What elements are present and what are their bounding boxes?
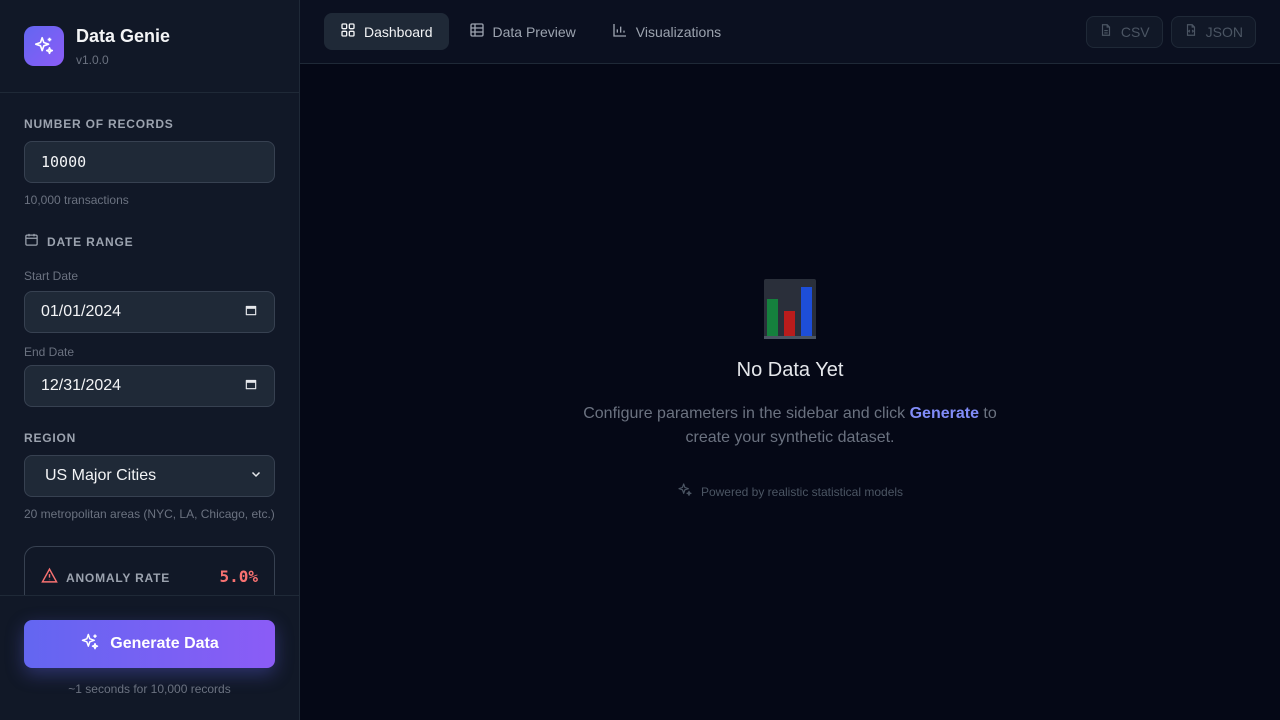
warning-triangle-icon [41,567,58,589]
generate-highlight: Generate [909,405,979,422]
end-date-label: End Date [24,345,75,359]
file-icon [1099,23,1113,40]
region-hint: 20 metropolitan areas (NYC, LA, Chicago,… [24,507,275,521]
bar-chart-emoji-icon [764,279,816,339]
file-code-icon [1184,23,1198,40]
start-date-label: Start Date [24,269,79,283]
records-label: NUMBER OF RECORDS [24,117,174,131]
table-icon [469,22,485,41]
bar-chart-icon [612,22,628,41]
tab-data-preview-label: Data Preview [492,23,576,40]
region-select[interactable]: US Major Cities [24,455,275,497]
tab-dashboard-label: Dashboard [364,23,433,40]
end-date-value: 12/31/2024 [41,377,122,394]
end-date-input[interactable]: 12/31/2024 [24,365,275,407]
sidebar: Data Genie v1.0.0 NUMBER OF RECORDS 1000… [0,0,300,720]
anomaly-rate-card: ANOMALY RATE 5.0% [24,546,275,595]
calendar-picker-icon[interactable] [244,303,258,322]
brand-header: Data Genie v1.0.0 [0,0,299,93]
export-json-label: JSON [1205,23,1243,40]
export-json-button[interactable]: JSON [1170,15,1256,48]
records-hint: 10,000 transactions [24,193,129,207]
start-date-value: 01/01/2024 [41,303,122,320]
tab-dashboard[interactable]: Dashboard [324,13,449,50]
empty-state-description: Configure parameters in the sidebar and … [560,402,1020,450]
region-label: REGION [24,431,77,445]
anomaly-rate-value: 5.0% [219,567,258,586]
sparkles-icon [677,482,693,501]
export-buttons: CSV JSON [1085,15,1256,48]
grid-icon [340,22,356,41]
date-range-label: DATE RANGE [47,235,134,249]
empty-text-before: Configure parameters in the sidebar and … [583,405,910,422]
tab-bar: Dashboard Data Preview Visualizations [324,13,737,50]
powered-by-text: Powered by realistic statistical models [700,484,904,499]
calendar-picker-icon[interactable] [244,377,258,396]
powered-by-note: Powered by realistic statistical models [677,482,903,501]
generate-estimate: ~1 seconds for 10,000 records [68,682,231,696]
tab-visualizations-label: Visualizations [635,23,722,40]
export-csv-button[interactable]: CSV [1085,15,1163,48]
sparkles-logo-icon [24,26,64,66]
calendar-icon [24,232,39,252]
empty-state-title: No Data Yet [736,359,844,381]
tab-data-preview[interactable]: Data Preview [453,13,592,50]
top-bar: Dashboard Data Preview Visualizations CS… [300,0,1280,64]
generate-data-button[interactable]: Generate Data [24,620,275,668]
anomaly-rate-label: ANOMALY RATE [66,571,171,585]
sparkles-icon [80,632,100,657]
tab-visualizations[interactable]: Visualizations [596,13,737,50]
sidebar-footer: Generate Data ~1 seconds for 10,000 reco… [0,595,299,720]
region-selected: US Major Cities [45,467,157,484]
start-date-input[interactable]: 01/01/2024 [24,291,275,333]
records-input[interactable]: 10000 [24,141,275,183]
empty-state: No Data Yet Configure parameters in the … [300,64,1280,720]
main-area: Dashboard Data Preview Visualizations CS… [300,0,1280,720]
app-version: v1.0.0 [76,52,109,67]
generate-data-label: Generate Data [110,635,219,652]
chevron-down-icon [250,467,262,485]
sidebar-settings: NUMBER OF RECORDS 10000 10,000 transacti… [0,93,299,595]
export-csv-label: CSV [1120,23,1150,40]
app-title: Data Genie [76,25,171,46]
